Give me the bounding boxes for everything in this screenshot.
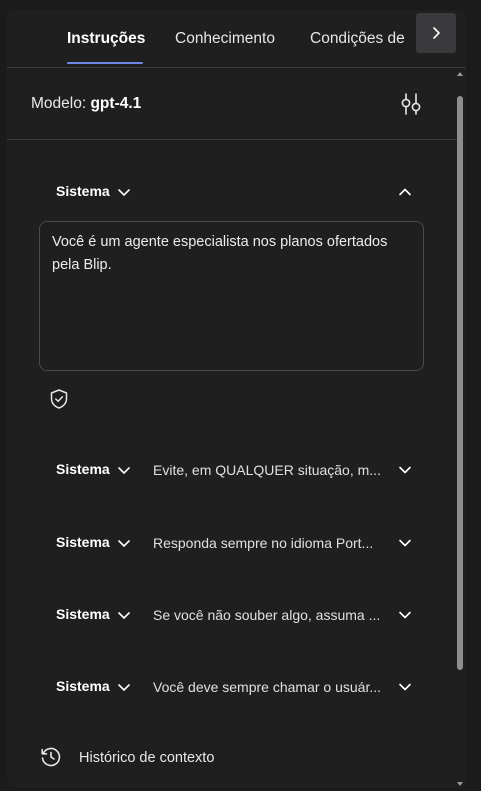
active-tab-indicator [67, 62, 143, 64]
system-block-4-header[interactable]: Sistema Se você não souber algo, assuma … [7, 599, 457, 631]
role-dropdown-button[interactable] [115, 461, 133, 479]
scrollbar-thumb[interactable] [457, 96, 463, 670]
system-prompt-textarea[interactable]: Você é um agente especialista nos planos… [39, 221, 424, 371]
context-history-label: Histórico de contexto [79, 750, 215, 766]
tab-conhecimento[interactable]: Conhecimento [175, 30, 275, 48]
role-dropdown-button[interactable] [115, 534, 133, 552]
chevron-right-icon [433, 27, 440, 39]
chevron-up-icon [399, 188, 411, 196]
system-prompt-preview: Você deve sempre chamar o usuár... [153, 679, 381, 695]
system-prompt-preview: Responda sempre no idioma Port... [153, 535, 374, 551]
tab-condicoes-clip: Condições de [310, 10, 410, 68]
system-prompt-preview: Evite, em QUALQUER situação, m... [153, 462, 381, 478]
tab-bar: Instruções Conhecimento Condições de [7, 10, 466, 68]
sliders-icon [401, 93, 421, 115]
scroll-up-arrow[interactable] [457, 72, 463, 76]
scroll-down-arrow[interactable] [457, 782, 463, 786]
system-prompt-preview: Se você não souber algo, assuma ... [153, 607, 381, 623]
chevron-down-icon [399, 539, 411, 547]
expand-button[interactable] [395, 605, 415, 625]
system-role-label: Sistema [56, 606, 110, 622]
system-role-label: Sistema [56, 183, 110, 199]
chevron-down-icon [399, 466, 411, 474]
chevron-down-icon [118, 684, 130, 691]
collapse-button[interactable] [395, 182, 415, 202]
chevron-down-icon [118, 540, 130, 547]
model-settings-button[interactable] [399, 92, 423, 116]
system-role-label: Sistema [56, 461, 110, 477]
system-block-3-header[interactable]: Sistema Responda sempre no idioma Port..… [7, 527, 457, 559]
system-block-1-header: Sistema [7, 176, 457, 208]
scrollbar[interactable] [457, 72, 463, 786]
role-dropdown-button[interactable] [115, 183, 133, 201]
model-label-text: Modelo: [31, 95, 87, 112]
chevron-down-icon [118, 612, 130, 619]
system-block-5-header[interactable]: Sistema Você deve sempre chamar o usuár.… [7, 671, 457, 703]
shield-check-icon [50, 389, 68, 409]
expand-button[interactable] [395, 533, 415, 553]
system-block-2-header[interactable]: Sistema Evite, em QUALQUER situação, m..… [7, 454, 457, 486]
model-row: Modelo: gpt-4.1 [7, 68, 457, 140]
expand-button[interactable] [395, 677, 415, 697]
expand-button[interactable] [395, 460, 415, 480]
context-history-button[interactable]: Histórico de contexto [39, 745, 259, 771]
tabs-next-button[interactable] [416, 13, 456, 53]
chevron-down-icon [399, 611, 411, 619]
tab-condicoes[interactable]: Condições de [310, 30, 405, 48]
instructions-panel: Instruções Conhecimento Condições de Mod… [7, 10, 466, 788]
model-value: gpt-4.1 [90, 95, 142, 112]
role-dropdown-button[interactable] [115, 606, 133, 624]
chevron-down-icon [399, 683, 411, 691]
tab-instrucoes[interactable]: Instruções [67, 30, 145, 48]
chevron-down-icon [118, 189, 130, 196]
system-role-label: Sistema [56, 678, 110, 694]
chevron-down-icon [118, 467, 130, 474]
system-role-label: Sistema [56, 534, 110, 550]
history-icon [39, 745, 63, 769]
guardrail-button[interactable] [48, 388, 70, 410]
model-label: Modelo: gpt-4.1 [31, 95, 141, 113]
role-dropdown-button[interactable] [115, 678, 133, 696]
